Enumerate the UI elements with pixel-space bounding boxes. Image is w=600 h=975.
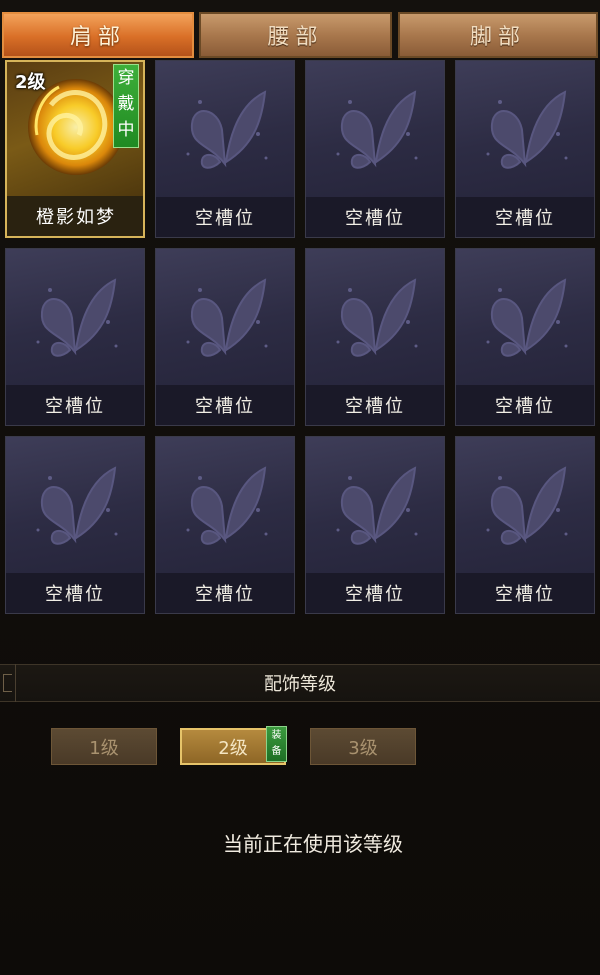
empty-slot[interactable]: 空槽位 xyxy=(155,436,295,614)
empty-slot[interactable]: 空槽位 xyxy=(455,436,595,614)
section-title: 配饰等级 xyxy=(264,674,336,695)
status-text: 当前正在使用该等级 xyxy=(223,832,403,856)
butterfly-icon xyxy=(36,278,118,357)
slot-art xyxy=(6,437,144,573)
butterfly-icon xyxy=(186,466,268,545)
slot-label: 空槽位 xyxy=(456,573,594,613)
slot-label: 空槽位 xyxy=(156,197,294,237)
butterfly-icon xyxy=(486,278,568,357)
slot-label: 空槽位 xyxy=(6,573,144,613)
empty-slot[interactable]: 空槽位 xyxy=(305,248,445,426)
equipped-slot[interactable]: 2级 穿戴中橙影如梦 xyxy=(5,60,145,238)
butterfly-icon xyxy=(486,90,568,169)
empty-slot[interactable]: 空槽位 xyxy=(155,60,295,238)
slot-art xyxy=(6,249,144,385)
slot-label: 空槽位 xyxy=(156,573,294,613)
slot-art xyxy=(456,437,594,573)
butterfly-icon xyxy=(186,90,268,169)
slot-art xyxy=(456,61,594,197)
slot-art xyxy=(306,437,444,573)
empty-slot[interactable]: 空槽位 xyxy=(305,436,445,614)
level-1-button[interactable]: 1级 xyxy=(51,728,157,765)
empty-slot[interactable]: 空槽位 xyxy=(155,248,295,426)
slot-art xyxy=(156,61,294,197)
butterfly-icon xyxy=(486,466,568,545)
tab-bar: 肩部 腰部 脚部 xyxy=(0,12,600,58)
tab-feet[interactable]: 脚部 xyxy=(398,12,598,58)
tab-waist[interactable]: 腰部 xyxy=(199,12,392,58)
empty-slot[interactable]: 空槽位 xyxy=(455,248,595,426)
butterfly-icon xyxy=(36,466,118,545)
butterfly-icon xyxy=(336,90,418,169)
equip-badge: 装备 xyxy=(266,726,287,762)
slot-art xyxy=(306,249,444,385)
tab-shoulder[interactable]: 肩部 xyxy=(2,12,194,58)
slot-label: 空槽位 xyxy=(306,573,444,613)
empty-slot[interactable]: 空槽位 xyxy=(305,60,445,238)
slot-art xyxy=(306,61,444,197)
slot-art xyxy=(156,437,294,573)
slot-label: 空槽位 xyxy=(306,197,444,237)
slot-label: 空槽位 xyxy=(156,385,294,425)
slot-label: 空槽位 xyxy=(6,385,144,425)
slot-art xyxy=(156,249,294,385)
butterfly-icon xyxy=(336,278,418,357)
slot-label: 空槽位 xyxy=(456,197,594,237)
butterfly-icon xyxy=(336,466,418,545)
level-3-button[interactable]: 3级 xyxy=(310,728,416,765)
butterfly-icon xyxy=(186,278,268,357)
empty-slot[interactable]: 空槽位 xyxy=(455,60,595,238)
slot-level-tag: 2级 xyxy=(15,72,46,93)
slot-label: 空槽位 xyxy=(456,385,594,425)
slot-label: 空槽位 xyxy=(306,385,444,425)
wearing-badge: 穿戴中 xyxy=(113,64,139,148)
empty-slot[interactable]: 空槽位 xyxy=(5,436,145,614)
empty-slot[interactable]: 空槽位 xyxy=(5,248,145,426)
slot-label: 橙影如梦 xyxy=(7,196,143,236)
slot-art xyxy=(456,249,594,385)
